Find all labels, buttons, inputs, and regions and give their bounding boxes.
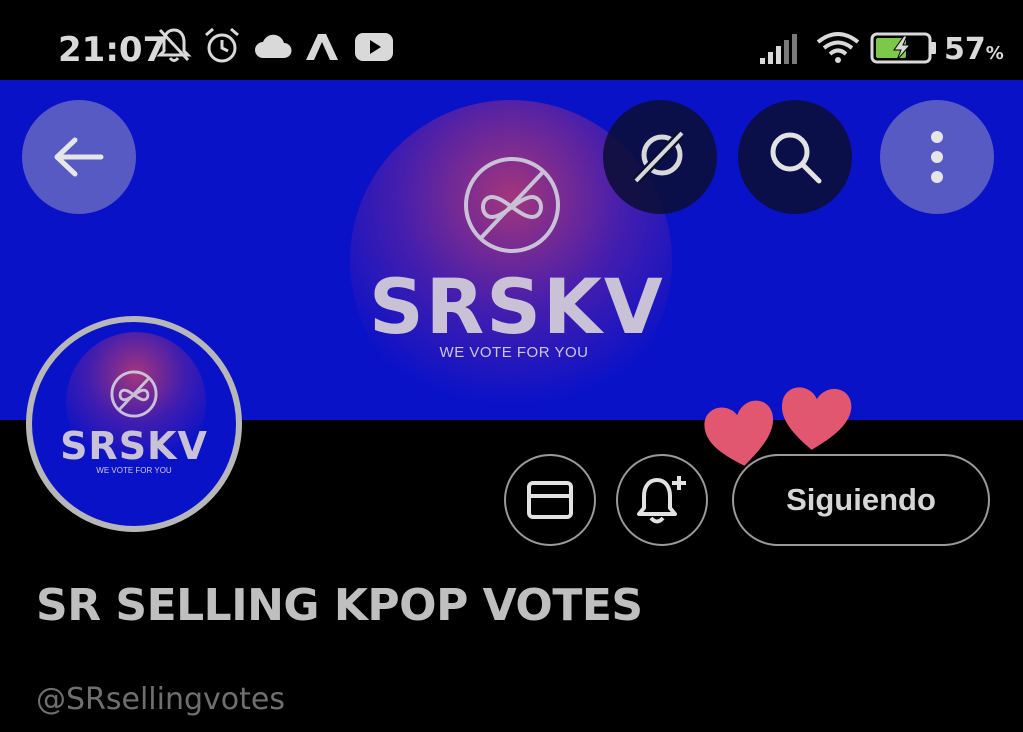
banner-tagline: WE VOTE FOR YOU — [439, 344, 589, 361]
infinity-logo-icon — [464, 157, 560, 253]
heart-sticker-right — [781, 387, 852, 450]
app-a-icon — [306, 34, 338, 60]
avatar-tagline: WE VOTE FOR YOU — [96, 466, 172, 475]
more-options-button[interactable] — [880, 100, 994, 214]
wifi-icon — [816, 32, 860, 63]
battery-charging-icon — [870, 32, 936, 64]
search-icon — [770, 132, 822, 184]
envelope-icon — [527, 481, 573, 519]
search-button[interactable] — [738, 100, 852, 214]
following-button[interactable]: Siguiendo — [732, 454, 990, 546]
more-vertical-icon — [931, 131, 943, 183]
status-time: 21:07 — [58, 30, 167, 70]
grok-button[interactable] — [603, 100, 717, 214]
avatar-logo-text: SRSKV — [60, 424, 208, 468]
display-name: SR SELLING KPOP VOTES — [36, 580, 643, 631]
grok-icon — [632, 131, 684, 185]
user-handle: @SRsellingvotes — [36, 682, 285, 717]
youtube-icon — [355, 33, 393, 61]
bell-off-icon — [156, 28, 192, 62]
arrow-left-icon — [54, 137, 104, 177]
status-bar: 21:07 57% — [0, 0, 1023, 80]
avatar-infinity-icon — [110, 370, 158, 418]
message-button[interactable] — [504, 454, 596, 546]
bell-plus-icon — [637, 476, 686, 524]
cloud-icon — [255, 34, 292, 58]
banner-logo-text: SRSKV — [369, 262, 665, 351]
alarm-icon — [205, 27, 239, 63]
battery-percent: 57% — [944, 32, 1004, 67]
back-button[interactable] — [22, 100, 136, 214]
signal-icon — [760, 34, 797, 64]
notifications-button[interactable] — [616, 454, 708, 546]
avatar[interactable]: SRSKV WE VOTE FOR YOU — [26, 316, 242, 532]
